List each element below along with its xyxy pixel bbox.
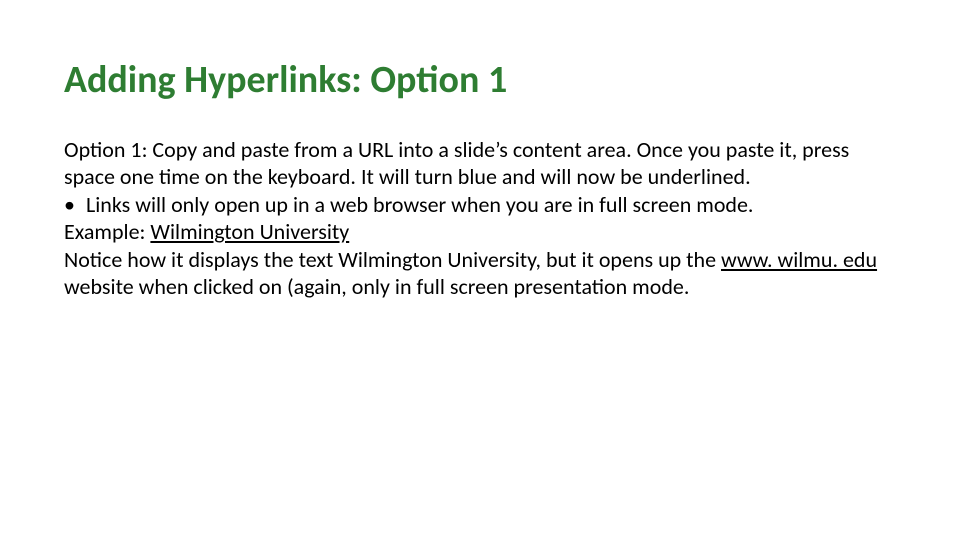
- slide-title: Adding Hyperlinks: Option 1: [64, 60, 896, 102]
- notice-pre: Notice how it displays the text Wilmingt…: [64, 246, 721, 273]
- notice-post: website when clicked on (again, only in …: [64, 273, 689, 300]
- bullet-marker-icon: •: [64, 191, 86, 219]
- bullet-text: Links will only open up in a web browser…: [86, 191, 896, 219]
- bullet-item: • Links will only open up in a web brows…: [64, 191, 896, 219]
- example-hyperlink[interactable]: Wilmington University: [150, 218, 349, 245]
- notice-hyperlink[interactable]: www. wilmu. edu: [721, 246, 877, 273]
- slide: Adding Hyperlinks: Option 1 Option 1: Co…: [0, 0, 960, 540]
- example-prefix: Example:: [64, 218, 150, 245]
- paragraph-notice: Notice how it displays the text Wilmingt…: [64, 246, 896, 301]
- slide-body: Option 1: Copy and paste from a URL into…: [64, 136, 896, 301]
- paragraph-intro: Option 1: Copy and paste from a URL into…: [64, 136, 896, 191]
- paragraph-example: Example: Wilmington University: [64, 218, 896, 246]
